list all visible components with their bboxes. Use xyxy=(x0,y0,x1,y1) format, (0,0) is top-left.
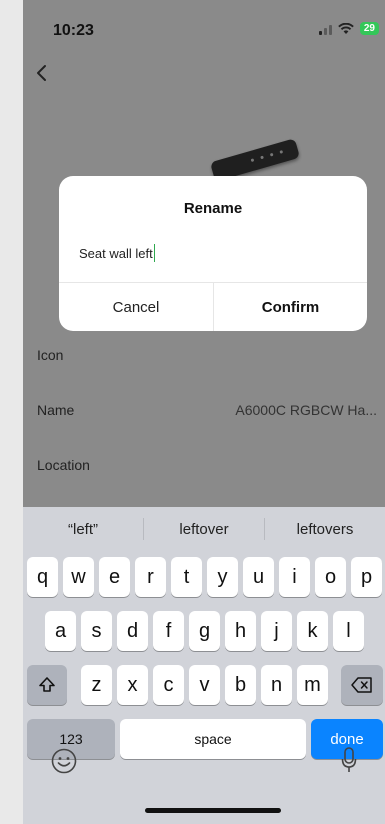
suggestion-item[interactable]: leftover xyxy=(144,521,264,538)
key-d[interactable]: d xyxy=(117,611,148,651)
key-y[interactable]: y xyxy=(207,557,238,597)
key-m[interactable]: m xyxy=(297,665,328,705)
screen-frame: 10:23 29 Icon Name A6000C RGBCW Ha... Lo… xyxy=(0,0,385,824)
confirm-button[interactable]: Confirm xyxy=(214,283,367,331)
rename-input-value: Seat wall left xyxy=(79,245,153,261)
key-x[interactable]: x xyxy=(117,665,148,705)
key-j[interactable]: j xyxy=(261,611,292,651)
text-cursor xyxy=(153,244,156,262)
keyboard: “left” leftover leftovers q w e r t y u … xyxy=(23,507,385,824)
key-s[interactable]: s xyxy=(81,611,112,651)
suggestion-bar: “left” leftover leftovers xyxy=(23,507,385,551)
key-q[interactable]: q xyxy=(27,557,58,597)
delete-icon xyxy=(351,677,372,693)
cancel-button[interactable]: Cancel xyxy=(59,283,213,331)
wifi-icon xyxy=(338,22,354,34)
key-f[interactable]: f xyxy=(153,611,184,651)
icon-row-label[interactable]: Icon xyxy=(37,347,63,363)
shift-icon xyxy=(39,677,55,692)
battery-indicator: 29 xyxy=(359,22,379,35)
microphone-icon[interactable] xyxy=(341,746,357,774)
delete-key[interactable] xyxy=(341,665,383,705)
name-row-value[interactable]: A6000C RGBCW Ha... xyxy=(235,402,377,418)
key-g[interactable]: g xyxy=(189,611,220,651)
emoji-icon[interactable] xyxy=(51,748,77,774)
status-icons: 29 xyxy=(318,22,379,35)
status-time: 10:23 xyxy=(53,22,94,39)
key-w[interactable]: w xyxy=(63,557,94,597)
phone-screen: 10:23 29 Icon Name A6000C RGBCW Ha... Lo… xyxy=(23,0,385,824)
key-e[interactable]: e xyxy=(99,557,130,597)
location-row-label[interactable]: Location xyxy=(37,457,90,473)
key-k[interactable]: k xyxy=(297,611,328,651)
key-z[interactable]: z xyxy=(81,665,112,705)
rename-dialog: Rename Seat wall left Cancel Confirm xyxy=(59,176,367,331)
suggestion-item[interactable]: leftovers xyxy=(265,521,385,538)
key-t[interactable]: t xyxy=(171,557,202,597)
key-u[interactable]: u xyxy=(243,557,274,597)
key-b[interactable]: b xyxy=(225,665,256,705)
shift-key[interactable] xyxy=(27,665,67,705)
home-indicator[interactable] xyxy=(145,808,281,813)
name-row-label[interactable]: Name xyxy=(37,402,74,418)
key-l[interactable]: l xyxy=(333,611,364,651)
suggestion-item[interactable]: “left” xyxy=(23,521,143,538)
key-v[interactable]: v xyxy=(189,665,220,705)
key-h[interactable]: h xyxy=(225,611,256,651)
key-n[interactable]: n xyxy=(261,665,292,705)
key-i[interactable]: i xyxy=(279,557,310,597)
rename-input[interactable]: Seat wall left xyxy=(79,244,156,262)
key-c[interactable]: c xyxy=(153,665,184,705)
dialog-title: Rename xyxy=(183,200,243,217)
back-icon[interactable] xyxy=(32,60,52,86)
signal-icon xyxy=(318,23,332,35)
key-a[interactable]: a xyxy=(45,611,76,651)
space-key[interactable]: space xyxy=(120,719,306,759)
key-o[interactable]: o xyxy=(315,557,346,597)
key-p[interactable]: p xyxy=(351,557,382,597)
key-r[interactable]: r xyxy=(135,557,166,597)
